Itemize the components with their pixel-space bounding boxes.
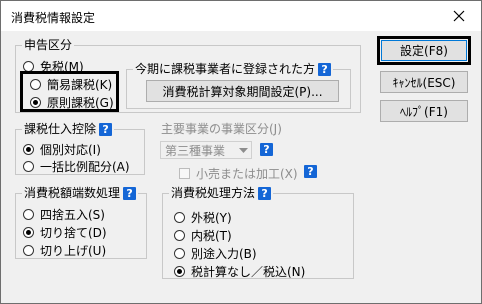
radio-circle: [174, 248, 185, 259]
radio-circle: [23, 161, 34, 172]
input-deduction-title-text: 課税仕入控除: [24, 122, 97, 136]
tax-class-title: 申告区分: [22, 38, 75, 53]
radio-proportional[interactable]: 一括比例配分(A): [23, 158, 130, 175]
close-button[interactable]: [437, 1, 481, 31]
radio-circle-checked: [23, 144, 34, 155]
help-icon[interactable]: ?: [123, 187, 137, 200]
tax-period-settings-button[interactable]: 消費税計算対象期間設定(P)...: [146, 80, 339, 102]
method-title-text: 消費税処理方法: [171, 186, 256, 200]
radio-circle: [30, 79, 41, 90]
title-bar: 消費税情報設定: [1, 1, 481, 31]
business-type-label: 主要事業の事業区分(J): [159, 122, 284, 137]
radio-label: 切り捨て(D): [40, 226, 107, 240]
tax-settings-dialog: 消費税情報設定 申告区分 免税(M) 簡易課税(K) 原則課税(G) 今期に課税…: [0, 0, 482, 304]
radio-circle: [174, 230, 185, 241]
radio-label: 原則課税(G): [47, 96, 114, 110]
help-icon[interactable]: ?: [318, 63, 332, 76]
input-deduction-title: 課税仕入控除 ?: [22, 122, 115, 137]
radio-round-half[interactable]: 四捨五入(S): [23, 206, 105, 223]
rounding-title: 消費税額端数処理 ?: [22, 186, 139, 201]
rounding-title-text: 消費税額端数処理: [24, 186, 121, 200]
radio-individual[interactable]: 個別対応(I): [23, 141, 101, 158]
help-icon[interactable]: ?: [304, 165, 317, 178]
radio-label: 四捨五入(S): [40, 208, 105, 222]
chevron-down-icon: [235, 142, 251, 158]
checkbox-box: [179, 168, 190, 179]
radio-round-up[interactable]: 切り上げ(U): [23, 242, 106, 259]
radio-separate-input[interactable]: 別途入力(B): [174, 245, 257, 262]
button-label: ﾍﾙﾌﾟ(F1): [400, 104, 448, 119]
window-title: 消費税情報設定: [11, 11, 96, 25]
method-title: 消費税処理方法 ?: [169, 186, 274, 201]
radio-label: 一括比例配分(A): [40, 160, 130, 174]
radio-general-tax[interactable]: 原則課税(G): [30, 94, 114, 111]
radio-no-tax-calc[interactable]: 税計算なし／税込(N): [174, 263, 305, 280]
help-button[interactable]: ﾍﾙﾌﾟ(F1): [380, 100, 468, 122]
radio-label: 税計算なし／税込(N): [191, 265, 306, 279]
radio-label: 別途入力(B): [191, 247, 257, 261]
button-label: 設定(F8): [400, 44, 448, 58]
close-icon: [453, 10, 465, 22]
help-icon[interactable]: ?: [258, 187, 272, 200]
radio-round-down[interactable]: 切り捨て(D): [23, 224, 107, 241]
registered-title-text: 今期に課税事業者に登録された方: [135, 62, 316, 76]
cancel-button[interactable]: ｷｬﾝｾﾙ(ESC): [380, 71, 468, 93]
registered-title: 今期に課税事業者に登録された方 ?: [133, 62, 334, 77]
ok-button[interactable]: 設定(F8): [381, 40, 467, 61]
radio-circle-checked: [174, 266, 185, 277]
radio-label: 簡易課税(K): [47, 78, 113, 92]
button-label: 消費税計算対象期間設定(P)...: [162, 84, 323, 99]
radio-circle: [23, 209, 34, 220]
radio-circle-checked: [23, 227, 34, 238]
help-icon[interactable]: ?: [99, 123, 113, 136]
radio-circle-checked: [30, 97, 41, 108]
checkbox-label: 小売または加工(X): [196, 167, 298, 181]
radio-tax-exclusive[interactable]: 外税(Y): [174, 209, 232, 226]
radio-label: 外税(Y): [191, 211, 232, 225]
radio-label: 切り上げ(U): [40, 244, 107, 258]
radio-tax-inclusive[interactable]: 内税(T): [174, 227, 232, 244]
help-icon[interactable]: ?: [260, 143, 273, 156]
button-label: ｷｬﾝｾﾙ(ESC): [392, 75, 456, 90]
radio-simplified-tax[interactable]: 簡易課税(K): [30, 76, 112, 93]
radio-circle: [174, 212, 185, 223]
business-type-select[interactable]: 第三種事業: [160, 141, 252, 159]
radio-label: 内税(T): [191, 229, 232, 243]
radio-label: 個別対応(I): [40, 143, 101, 157]
radio-circle: [23, 245, 34, 256]
business-type-value: 第三種事業: [165, 143, 226, 158]
retail-checkbox[interactable]: 小売または加工(X): [179, 165, 298, 182]
